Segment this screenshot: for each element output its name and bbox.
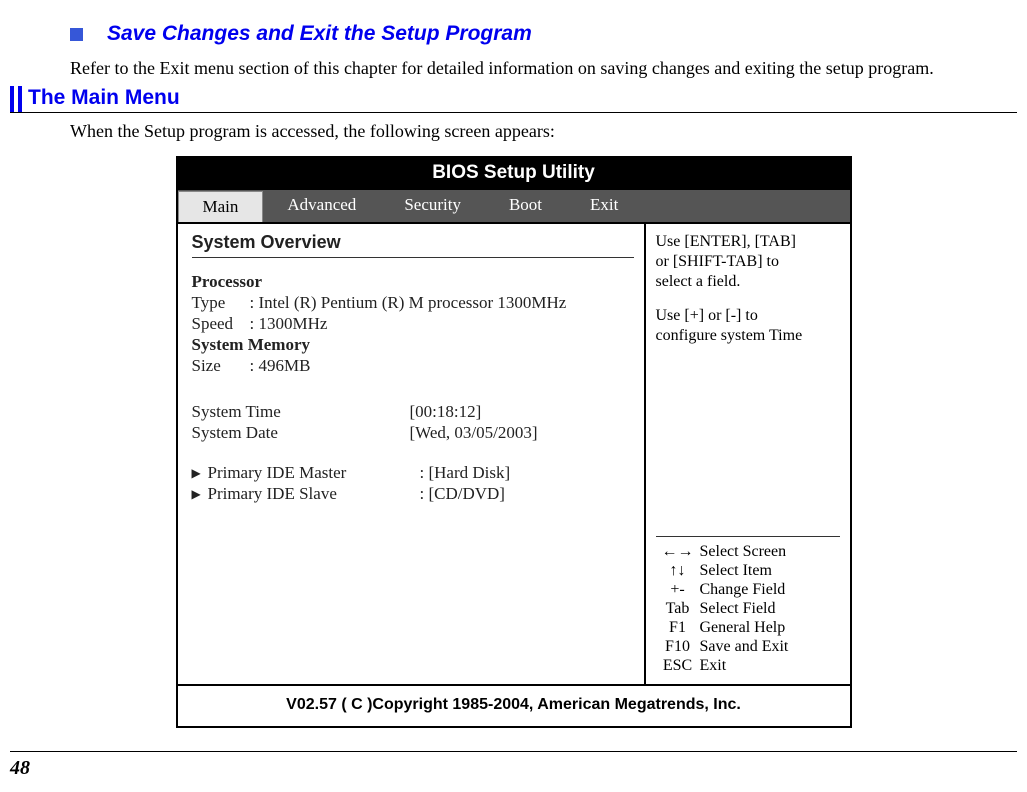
key-label: Tab bbox=[656, 600, 700, 618]
help-command: Save and Exit bbox=[700, 638, 789, 656]
key-label: F1 bbox=[656, 619, 700, 637]
section-title: The Main Menu bbox=[22, 86, 180, 112]
bios-right-panel: Use [ENTER], [TAB] or [SHIFT-TAB] to sel… bbox=[646, 224, 850, 684]
bios-left-panel: System Overview Processor Type : Intel (… bbox=[178, 224, 646, 684]
bios-tab-boot: Boot bbox=[485, 190, 566, 222]
system-date-label: System Date bbox=[192, 423, 410, 443]
page-number: 48 bbox=[10, 757, 30, 780]
memory-heading: System Memory bbox=[192, 335, 634, 355]
ide-slave-value: : [CD/DVD] bbox=[420, 484, 505, 504]
ide-master-label: Primary IDE Master bbox=[208, 463, 420, 483]
bios-tabs: Main Advanced Security Boot Exit bbox=[178, 190, 850, 224]
size-label: Size bbox=[192, 356, 250, 376]
triangle-icon: ▶ bbox=[192, 487, 208, 502]
bios-tab-exit: Exit bbox=[566, 190, 642, 222]
system-overview-label: System Overview bbox=[192, 232, 634, 253]
speed-value: : 1300MHz bbox=[250, 314, 328, 334]
bios-tab-security: Security bbox=[380, 190, 485, 222]
page-footer-rule bbox=[10, 751, 1017, 752]
arrow-up-down-icon: ↑↓ bbox=[656, 562, 700, 580]
bios-tab-main: Main bbox=[178, 191, 264, 222]
ide-master-value: : [Hard Disk] bbox=[420, 463, 511, 483]
key-label: ESC bbox=[656, 657, 700, 675]
bios-footer-copyright: V02.57 ( C )Copyright 1985-2004, America… bbox=[178, 684, 850, 726]
subsection-paragraph: Refer to the Exit menu section of this c… bbox=[70, 56, 1017, 80]
help-command: Exit bbox=[700, 657, 727, 675]
help-text-line: Use [+] or [-] to bbox=[656, 306, 840, 326]
plus-minus-icon: +- bbox=[656, 581, 700, 599]
key-label: F10 bbox=[656, 638, 700, 656]
bios-tab-advanced: Advanced bbox=[263, 190, 380, 222]
help-text-line: Use [ENTER], [TAB] bbox=[656, 232, 840, 252]
section-heading-bar: The Main Menu bbox=[10, 86, 1017, 113]
help-command: Select Field bbox=[700, 600, 776, 618]
bios-title: BIOS Setup Utility bbox=[178, 158, 850, 190]
subsection-heading: Save Changes and Exit the Setup Program bbox=[70, 22, 1017, 46]
speed-label: Speed bbox=[192, 314, 250, 334]
subsection-heading-text: Save Changes and Exit the Setup Program bbox=[107, 22, 532, 46]
arrow-left-right-icon: ←→ bbox=[656, 543, 700, 561]
help-command: Select Item bbox=[700, 562, 772, 580]
processor-heading: Processor bbox=[192, 272, 634, 292]
system-time-label: System Time bbox=[192, 402, 410, 422]
help-text-line: configure system Time bbox=[656, 326, 840, 346]
type-value: : Intel (R) Pentium (R) M processor 1300… bbox=[250, 293, 567, 313]
size-value: : 496MB bbox=[250, 356, 311, 376]
heading-accent-bars bbox=[10, 86, 22, 112]
type-label: Type bbox=[192, 293, 250, 313]
bullet-icon bbox=[70, 28, 83, 41]
section-paragraph: When the Setup program is accessed, the … bbox=[70, 121, 1017, 142]
system-date-value: [Wed, 03/05/2003] bbox=[410, 423, 538, 443]
bios-screenshot: BIOS Setup Utility Main Advanced Securit… bbox=[176, 156, 852, 728]
system-time-value: [00:18:12] bbox=[410, 402, 482, 422]
help-text-line: or [SHIFT-TAB] to bbox=[656, 252, 840, 272]
help-text-line: select a field. bbox=[656, 272, 840, 292]
help-command: General Help bbox=[700, 619, 786, 637]
ide-slave-label: Primary IDE Slave bbox=[208, 484, 420, 504]
help-command: Select Screen bbox=[700, 543, 787, 561]
help-command: Change Field bbox=[700, 581, 786, 599]
triangle-icon: ▶ bbox=[192, 466, 208, 481]
